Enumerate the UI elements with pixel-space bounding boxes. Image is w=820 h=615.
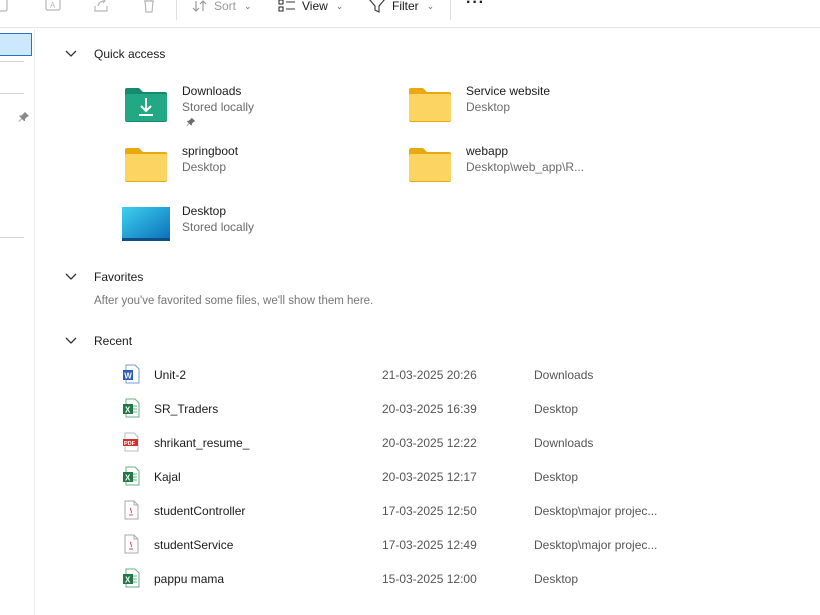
folder-icon <box>409 88 451 122</box>
recent-file-row[interactable]: studentService 17-03-2025 12:49 Desktop\… <box>120 534 680 556</box>
view-button[interactable]: View ⌄ <box>278 0 343 15</box>
item-name: Downloads <box>182 84 242 98</box>
file-name: Kajal <box>154 470 181 484</box>
java-file-icon <box>124 534 139 554</box>
toolbar-separator <box>176 0 177 20</box>
desktop-folder-icon <box>122 207 170 241</box>
java-file-icon <box>124 500 139 520</box>
folder-icon <box>125 148 167 182</box>
filter-button[interactable]: Filter ⌄ <box>368 0 434 15</box>
folder-icon <box>409 148 451 182</box>
item-location: Stored locally <box>182 220 255 234</box>
word-file-icon: W <box>123 364 140 384</box>
file-name: studentController <box>154 504 246 518</box>
nav-divider <box>0 237 24 238</box>
file-date: 21-03-2025 20:26 <box>382 368 477 382</box>
chevron-down-icon: ⌄ <box>244 0 252 11</box>
recent-file-row[interactable]: X Kajal 20-03-2025 12:17 Desktop <box>120 466 680 488</box>
item-name: Desktop <box>182 204 227 218</box>
section-title: Recent <box>94 334 133 348</box>
filter-icon <box>369 0 385 13</box>
file-location: Desktop <box>534 402 579 416</box>
item-name: springboot <box>182 144 239 158</box>
quick-access-item[interactable]: Desktop Stored locally <box>122 204 382 252</box>
chevron-down-icon <box>65 50 77 57</box>
recent-file-row[interactable]: W Unit-2 21-03-2025 20:26 Downloads <box>120 364 680 386</box>
filter-label: Filter <box>392 0 419 13</box>
downloads-folder-icon <box>125 88 167 122</box>
file-name: studentService <box>154 538 234 552</box>
file-location: Desktop\major projec... <box>534 538 658 552</box>
file-location: Downloads <box>534 436 594 450</box>
view-icon <box>278 0 295 12</box>
file-name: shrikant_resume_ <box>154 436 250 450</box>
navigation-pane <box>0 29 35 615</box>
item-location: Desktop\web_app\R... <box>466 160 585 174</box>
section-title: Quick access <box>94 47 166 61</box>
chevron-down-icon <box>65 273 77 280</box>
file-location: Downloads <box>534 368 594 382</box>
recent-header[interactable]: Recent <box>64 333 132 349</box>
pdf-file-icon: PDF <box>123 432 139 452</box>
share-icon[interactable] <box>92 0 110 14</box>
file-date: 20-03-2025 12:17 <box>382 470 477 484</box>
quick-access-item[interactable]: Downloads Stored locally <box>124 84 384 132</box>
nav-divider <box>0 93 24 94</box>
file-name: SR_Traders <box>154 402 219 416</box>
sort-button[interactable]: Sort ⌄ <box>192 0 252 15</box>
svg-text:X: X <box>125 473 131 482</box>
quick-access-header[interactable]: Quick access <box>64 46 165 62</box>
nav-item-home-selected[interactable] <box>0 33 32 56</box>
item-name: Service website <box>466 84 551 98</box>
recent-file-row[interactable]: X SR_Traders 20-03-2025 16:39 Desktop <box>120 398 680 420</box>
chevron-down-icon <box>65 337 77 344</box>
file-date: 20-03-2025 12:22 <box>382 436 477 450</box>
item-name: webapp <box>466 144 509 158</box>
copy-icon[interactable] <box>0 0 12 14</box>
quick-access-item[interactable]: Service website Desktop <box>408 84 668 132</box>
svg-text:A: A <box>50 1 56 10</box>
recent-file-row[interactable]: X pappu mama 15-03-2025 12:00 Desktop <box>120 568 680 590</box>
file-location: Desktop <box>534 470 579 484</box>
item-location: Desktop <box>182 160 227 174</box>
pin-icon <box>18 112 29 122</box>
nav-divider <box>0 61 24 62</box>
file-name: pappu mama <box>154 572 225 586</box>
file-name: Unit-2 <box>154 368 187 382</box>
item-location: Desktop <box>466 100 511 114</box>
chevron-down-icon: ⌄ <box>335 0 344 11</box>
svg-text:PDF: PDF <box>124 441 136 447</box>
chevron-down-icon: ⌄ <box>426 0 435 11</box>
file-date: 17-03-2025 12:49 <box>382 538 477 552</box>
file-date: 15-03-2025 12:00 <box>382 572 477 586</box>
file-location: Desktop\major projec... <box>534 504 658 518</box>
excel-file-icon: X <box>123 398 140 418</box>
rename-icon[interactable]: A <box>44 0 62 14</box>
recent-file-row[interactable]: PDF shrikant_resume_ 20-03-2025 12:22 Do… <box>120 432 680 454</box>
command-bar: A Sort ⌄ View ⌄ Filter ⌄ ··· <box>0 0 820 28</box>
file-date: 17-03-2025 12:50 <box>382 504 477 518</box>
pin-icon <box>186 117 196 127</box>
more-options-button[interactable]: ··· <box>466 0 485 12</box>
recent-file-row[interactable]: studentController 17-03-2025 12:50 Deskt… <box>120 500 680 522</box>
favorites-header[interactable]: Favorites <box>64 269 143 285</box>
file-date: 20-03-2025 16:39 <box>382 402 477 416</box>
favorites-empty-message: After you've favorited some files, we'll… <box>94 295 374 307</box>
delete-icon[interactable] <box>140 0 158 14</box>
svg-text:W: W <box>124 371 132 380</box>
section-title: Favorites <box>94 270 144 284</box>
quick-access-item[interactable]: springboot Desktop <box>124 144 384 192</box>
svg-text:X: X <box>125 575 131 584</box>
excel-file-icon: X <box>123 568 140 588</box>
sort-label: Sort <box>214 0 237 13</box>
excel-file-icon: X <box>123 466 140 486</box>
svg-text:X: X <box>125 405 131 414</box>
view-label: View <box>302 0 328 13</box>
item-location: Stored locally <box>182 100 255 114</box>
file-location: Desktop <box>534 572 579 586</box>
quick-access-item[interactable]: webapp Desktop\web_app\R... <box>408 144 668 192</box>
toolbar-separator <box>450 0 451 20</box>
sort-icon <box>192 0 207 12</box>
